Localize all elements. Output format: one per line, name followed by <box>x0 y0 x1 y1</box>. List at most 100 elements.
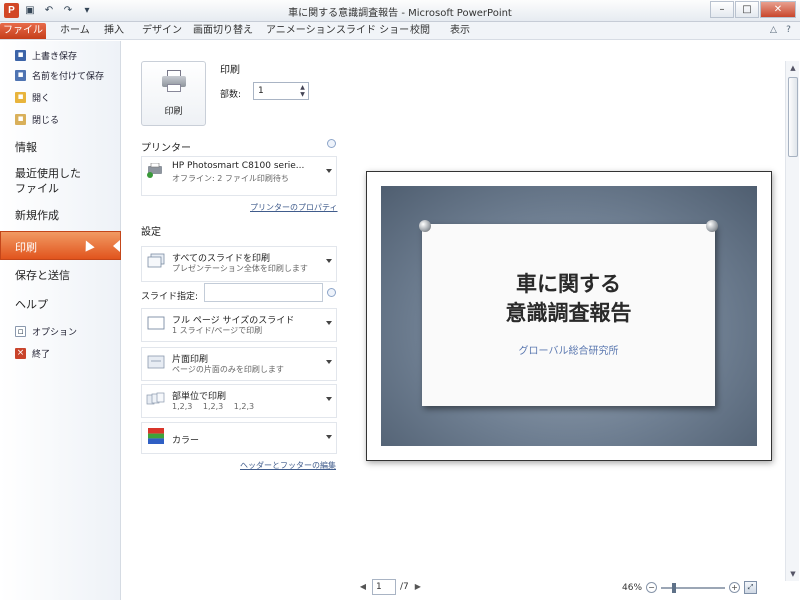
vertical-scrollbar[interactable]: ▲ ▼ <box>785 61 799 581</box>
tab-transitions[interactable]: 画面切り替え <box>193 23 253 39</box>
color-main: カラー <box>172 436 200 446</box>
zoom-in-icon[interactable]: + <box>729 582 741 593</box>
previous-page-icon[interactable]: ◀ <box>358 581 368 593</box>
nav-close-label: 閉じる <box>32 115 60 126</box>
nav-exit[interactable]: × 終了 <box>15 345 50 361</box>
pushpin-icon <box>706 220 718 232</box>
nav-options[interactable]: ▫ オプション <box>15 323 77 339</box>
slides-stack-icon <box>147 253 165 268</box>
nav-save-as[interactable]: ▪ 名前を付けて保存 <box>15 67 104 83</box>
printer-icon <box>162 70 186 92</box>
pushpin-icon <box>419 220 431 232</box>
printer-section-title: プリンター <box>141 143 191 154</box>
help-icon[interactable]: ? <box>783 25 794 36</box>
sides-dropdown[interactable]: 片面印刷 ページの片面のみを印刷します <box>141 347 337 381</box>
collate-dropdown[interactable]: 部単位で印刷 1,2,3 1,2,3 1,2,3 <box>141 384 337 418</box>
scroll-down-icon[interactable]: ▼ <box>788 569 798 579</box>
collate-sub: 1,2,3 1,2,3 1,2,3 <box>172 402 255 411</box>
chevron-down-icon <box>326 397 332 401</box>
save-as-icon: ▪ <box>15 69 26 81</box>
chevron-down-icon <box>326 360 332 364</box>
zoom-control: 46% − + ⤢ <box>622 581 758 594</box>
tab-design[interactable]: デザイン <box>142 23 182 39</box>
ribbon-tabs: ファイル ホーム 挿入 デザイン 画面切り替え アニメーション スライド ショー… <box>0 22 800 40</box>
layout-dropdown[interactable]: フル ページ サイズのスライド 1 スライド/ページで印刷 <box>141 308 337 342</box>
print-range-dropdown[interactable]: すべてのスライドを印刷 プレゼンテーション全体を印刷します <box>141 246 337 282</box>
nav-info[interactable]: 情報 <box>15 140 37 155</box>
print-section-title: 印刷 <box>220 65 240 76</box>
nav-new[interactable]: 新規作成 <box>15 208 59 223</box>
slide-preview: 車に関する 意識調査報告 グローバル総合研究所 <box>366 171 772 461</box>
minimize-ribbon-icon[interactable]: △ <box>768 25 779 36</box>
close-button[interactable]: ✕ <box>760 1 796 18</box>
copies-value: 1 <box>258 86 264 96</box>
window-title: 車に関する意識調査報告 - Microsoft PowerPoint <box>288 8 512 19</box>
full-page-slide-icon <box>147 316 165 330</box>
nav-save-send[interactable]: 保存と送信 <box>15 268 70 283</box>
page-navigator: ◀ 1 /7 ▶ <box>358 579 423 595</box>
copies-label: 部数: <box>220 90 242 100</box>
nav-save-as-label: 名前を付けて保存 <box>32 71 105 82</box>
printer-properties-link[interactable]: プリンターのプロパティ <box>250 202 338 213</box>
chevron-down-icon <box>326 259 332 263</box>
printer-status: オフライン: 2 ファイル印刷待ち <box>172 174 289 183</box>
title-bar: P ▣ ↶ ↷ ▾ 車に関する意識調査報告 - Microsoft PowerP… <box>0 0 800 22</box>
settings-section-title: 設定 <box>141 227 161 238</box>
nav-save[interactable]: ▪ 上書き保存 <box>15 47 77 63</box>
print-settings-pane: 印刷 印刷 部数: 1 ▲ ▼ プリンター HP Photosmart C8100… <box>122 41 344 600</box>
nav-open-label: 開く <box>32 93 51 104</box>
nav-print[interactable]: 印刷 <box>0 231 121 260</box>
close-folder-icon: ▪ <box>15 113 26 125</box>
zoom-out-icon[interactable]: − <box>646 582 658 593</box>
print-range-sub: プレゼンテーション全体を印刷します <box>172 264 308 273</box>
save-icon: ▪ <box>15 49 26 61</box>
maximize-button[interactable]: □ <box>735 1 759 18</box>
zoom-slider-thumb[interactable] <box>672 582 677 593</box>
zoom-to-page-icon[interactable]: ⤢ <box>744 581 758 594</box>
layout-sub: 1 スライド/ページで印刷 <box>172 326 263 335</box>
exit-icon: × <box>15 347 26 359</box>
scroll-thumb[interactable] <box>788 77 798 157</box>
tab-file[interactable]: ファイル <box>0 23 46 39</box>
chevron-down-icon <box>326 435 332 439</box>
tab-view[interactable]: 表示 <box>450 23 470 39</box>
mouse-cursor-icon <box>81 238 95 252</box>
header-footer-link[interactable]: ヘッダーとフッターの編集 <box>240 460 336 471</box>
nav-exit-label: 終了 <box>32 349 51 360</box>
options-icon: ▫ <box>15 325 26 337</box>
open-folder-icon: ▪ <box>15 91 26 103</box>
nav-save-label: 上書き保存 <box>32 51 78 62</box>
print-preview-pane: 車に関する 意識調査報告 グローバル総合研究所 ▲ ▼ ◀ 1 /7 ▶ 46%… <box>345 41 800 600</box>
scroll-up-icon[interactable]: ▲ <box>788 63 798 73</box>
tab-slideshow[interactable]: スライド ショー <box>336 23 409 39</box>
nav-print-label: 印刷 <box>15 241 37 254</box>
info-icon[interactable] <box>327 139 336 148</box>
print-button[interactable]: 印刷 <box>141 61 206 126</box>
minimize-button[interactable]: – <box>710 1 734 18</box>
copies-spinner-icon[interactable]: ▲ ▼ <box>298 84 307 98</box>
next-page-icon[interactable]: ▶ <box>413 581 423 593</box>
page-number-input[interactable]: 1 <box>372 579 396 595</box>
slide-title: 車に関する 意識調査報告 <box>505 271 632 325</box>
chevron-down-icon <box>326 321 332 325</box>
nav-recent[interactable]: 最近使用した ファイル <box>15 166 81 196</box>
one-sided-print-icon <box>147 355 165 369</box>
printer-dropdown[interactable]: HP Photosmart C8100 serie... オフライン: 2 ファ… <box>141 156 337 196</box>
nav-open[interactable]: ▪ 開く <box>15 89 50 105</box>
zoom-level: 46% <box>622 582 643 593</box>
slide-background: 車に関する 意識調査報告 グローバル総合研究所 <box>381 186 757 446</box>
tab-home[interactable]: ホーム <box>60 23 90 39</box>
info-icon[interactable] <box>327 288 336 297</box>
copies-input[interactable]: 1 ▲ ▼ <box>253 82 309 100</box>
slides-input[interactable] <box>204 283 323 302</box>
tab-review[interactable]: 校閲 <box>410 23 430 39</box>
color-print-icon <box>148 428 164 444</box>
tab-animations[interactable]: アニメーション <box>266 23 336 39</box>
nav-help[interactable]: ヘルプ <box>15 297 48 312</box>
slide-card: 車に関する 意識調査報告 グローバル総合研究所 <box>419 220 718 406</box>
zoom-slider[interactable] <box>661 582 726 593</box>
color-dropdown[interactable]: カラー <box>141 422 337 454</box>
tab-insert[interactable]: 挿入 <box>104 23 124 39</box>
selection-caret-icon <box>113 240 120 252</box>
nav-close[interactable]: ▪ 閉じる <box>15 111 59 127</box>
